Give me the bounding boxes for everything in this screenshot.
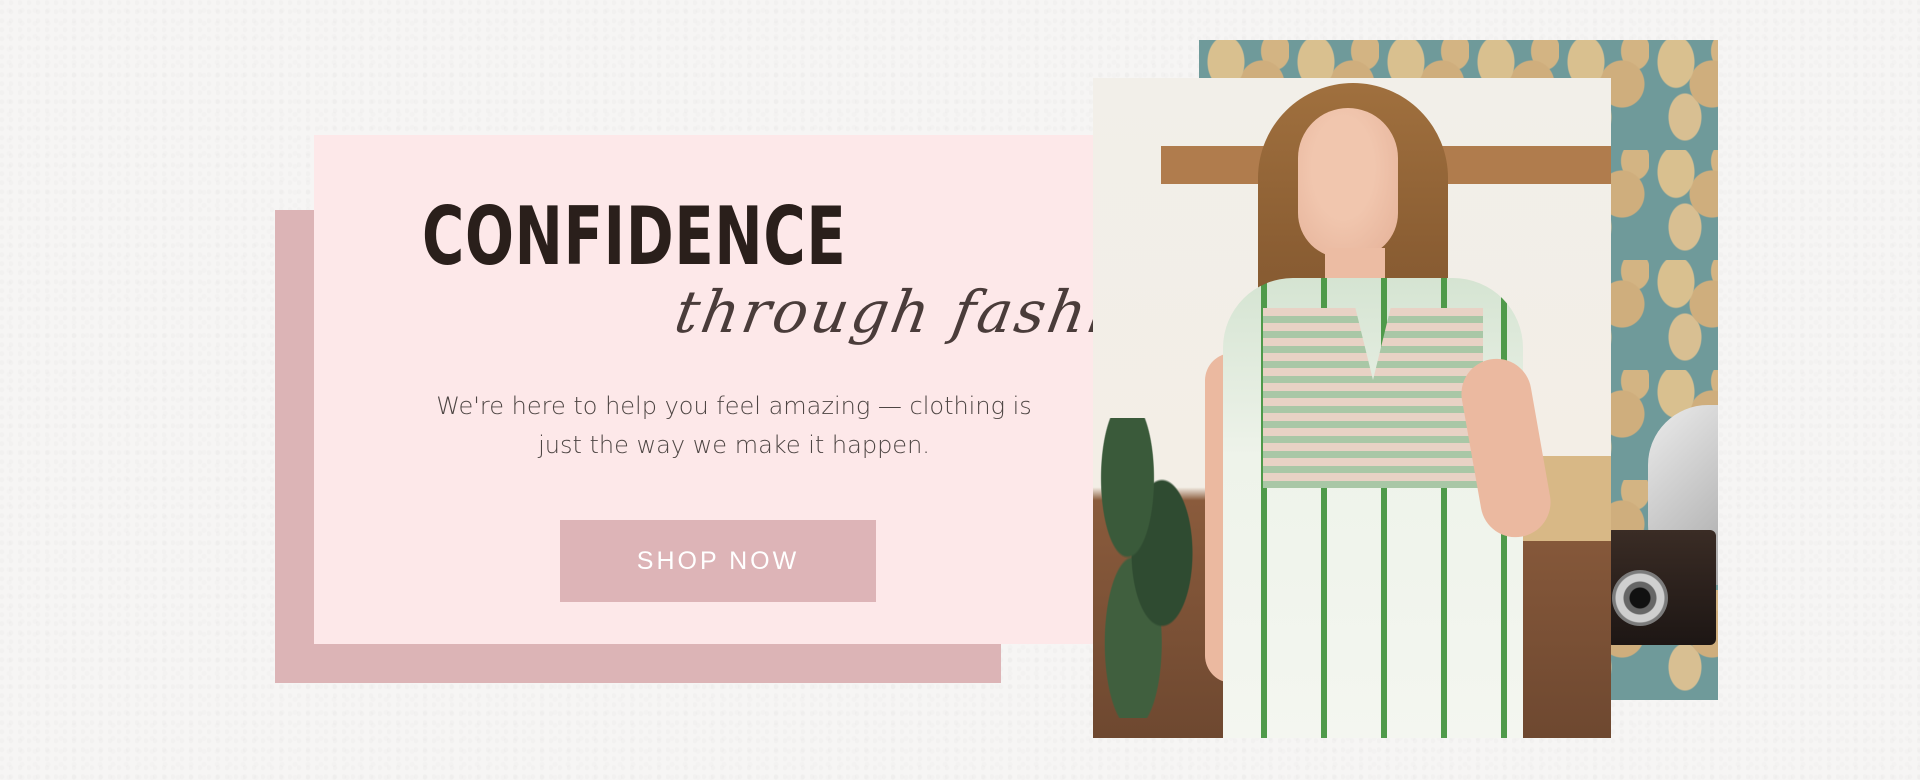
vintage-camera-shape bbox=[1606, 530, 1716, 645]
model-face-shape bbox=[1298, 108, 1398, 258]
shop-now-button[interactable]: SHOP NOW bbox=[560, 520, 876, 602]
main-photo bbox=[1093, 78, 1611, 738]
hero-card: CONFIDENCE through fashion We're here to… bbox=[314, 135, 1195, 644]
hero-headline: CONFIDENCE bbox=[422, 190, 847, 283]
hero-tagline: We're here to help you feel amazing — cl… bbox=[436, 392, 1032, 459]
plant-shape bbox=[1093, 418, 1208, 718]
camera-lens-shape bbox=[1612, 570, 1668, 626]
